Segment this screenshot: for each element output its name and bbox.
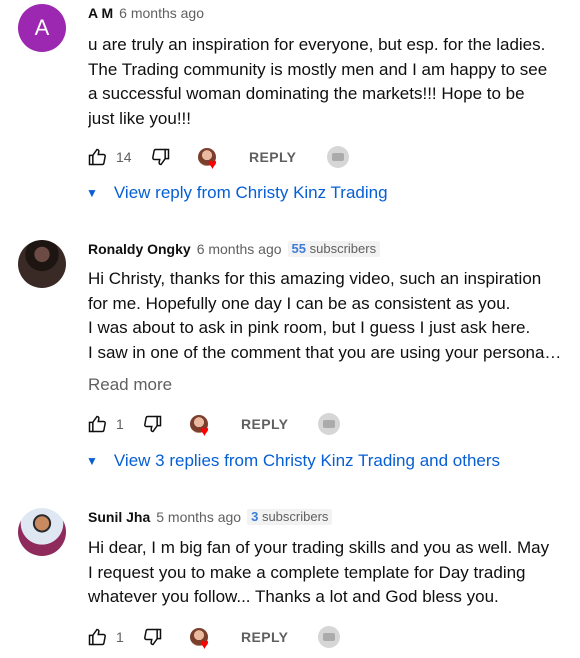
comment-actions: 1 [86,625,164,649]
subscriber-badge: 3 subscribers [247,509,333,525]
author-name[interactable]: Ronaldy Ongky [88,241,191,257]
creator-heart-icon: ♥ [198,148,224,172]
subscriber-label: subscribers [261,509,329,524]
avatar-letter: A [34,15,50,40]
comment-text: Hi dear, I m big fan of your trading ski… [88,536,572,610]
thanks-icon[interactable] [318,413,340,435]
thanks-icon[interactable] [327,146,349,168]
comment-line: u are truly an inspiration for everyone,… [88,35,546,54]
comment-line: I was about to ask in pink room, but I g… [88,318,531,337]
comment-text: u are truly an inspiration for everyone,… [88,33,572,131]
author-name[interactable]: A M [88,5,113,21]
thumb-up-icon[interactable] [86,413,108,435]
comment-line: The Trading community is mostly men and … [88,59,548,79]
subscriber-count: 55 [291,241,306,256]
avatar[interactable] [18,240,66,288]
avatar[interactable] [18,508,66,556]
comment-line: Hi Christy, thanks for this amazing vide… [88,269,542,288]
thumb-down-icon[interactable] [142,626,164,648]
subscriber-badge: 55 subscribers [287,241,381,257]
comment-line: Hi dear, I m big fan of your trading ski… [88,538,550,557]
thumb-up-icon[interactable] [86,626,108,648]
comment-line: whatever you follow... Thanks a lot and … [88,587,499,606]
view-replies-link[interactable]: ▼ View 3 replies from Christy Kinz Tradi… [86,451,500,471]
comment-text: Hi Christy, thanks for this amazing vide… [88,267,572,365]
like-count: 1 [116,416,124,432]
comment-line: I saw in one of the comment that you are… [88,342,562,362]
view-replies-label: View reply from Christy Kinz Trading [113,183,388,202]
thumb-down-icon[interactable] [150,146,172,168]
comment-line: for me. Hopefully one day I can be as co… [88,293,511,313]
caret-down-icon: ▼ [86,186,98,200]
comment-line: I request you to make a complete templat… [88,562,526,582]
view-replies-label: View 3 replies from Christy Kinz Trading… [113,451,501,470]
caret-down-icon: ▼ [86,454,98,468]
comment-time[interactable]: 6 months ago [119,5,204,21]
author-name[interactable]: Sunil Jha [88,509,150,525]
comment-header: Sunil Jha 5 months ago 3 subscribers [88,509,333,525]
reply-button[interactable]: REPLY [241,416,288,432]
reply-button[interactable]: REPLY [241,629,288,645]
thumb-up-icon[interactable] [86,146,108,168]
comment-header: A M 6 months ago [88,5,204,21]
avatar[interactable]: A [18,4,66,52]
comment-actions: 1 [86,412,164,436]
read-more-link[interactable]: Read more [88,375,172,395]
comment-line: just like you!!! [88,108,191,128]
reply-button[interactable]: REPLY [249,149,296,165]
subscriber-label: subscribers [309,241,377,256]
subscriber-count: 3 [251,509,259,524]
comment-time[interactable]: 5 months ago [156,509,241,525]
creator-heart-icon: ♥ [190,628,216,652]
comment-header: Ronaldy Ongky 6 months ago 55 subscriber… [88,241,381,257]
comment-actions: 14 [86,145,172,169]
thumb-down-icon[interactable] [142,413,164,435]
like-count: 1 [116,629,124,645]
like-count: 14 [116,149,132,165]
creator-heart-icon: ♥ [190,415,216,439]
comment-line: a successful woman dominating the market… [88,84,525,103]
comment-time[interactable]: 6 months ago [197,241,282,257]
view-replies-link[interactable]: ▼ View reply from Christy Kinz Trading [86,183,388,203]
thanks-icon[interactable] [318,626,340,648]
